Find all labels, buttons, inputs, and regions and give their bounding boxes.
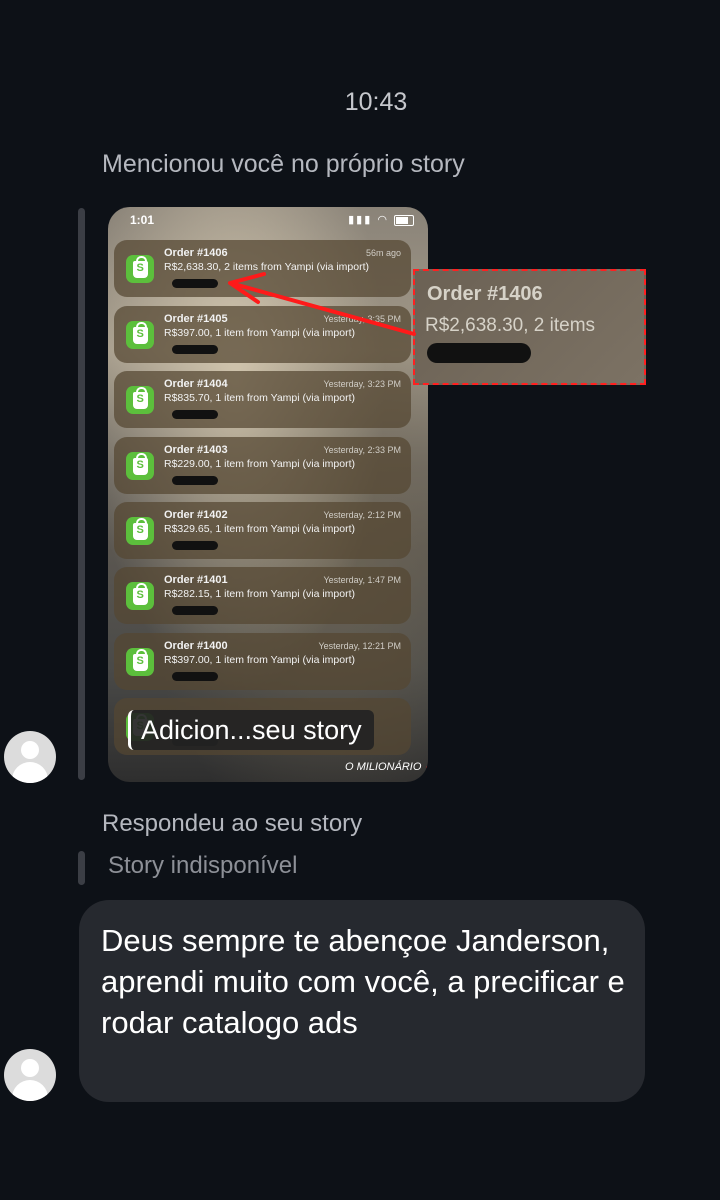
message-timestamp: 10:43 [344,88,408,116]
quote-bar [78,208,85,780]
notification-time: Yesterday, 2:12 PM [323,510,401,520]
notification-title: Order #1400 [164,640,228,652]
sender-avatar[interactable] [4,1049,56,1101]
shopify-bag-icon [126,452,154,480]
story-mention-label: Mencionou você no próprio story [102,150,465,178]
notification-order-1402: Order #1402 Yesterday, 2:12 PM R$329.65,… [114,502,411,559]
redaction-mark [427,343,531,363]
shopify-bag-icon [126,255,154,283]
zoom-order-amount: R$2,638.30, 2 items [425,315,596,336]
zoom-order-title: Order #1406 [427,283,543,305]
notification-body: R$397.00, 1 item from Yampi (via import) [164,654,356,666]
redaction-mark [172,279,218,288]
quote-bar [78,851,85,885]
notification-time: 56m ago [365,248,401,258]
notification-body: R$835.70, 1 item from Yampi (via import) [164,392,356,404]
notification-body: R$329.65, 1 item from Yampi (via import) [164,523,356,535]
redaction-mark [172,476,218,485]
story-label-chip: Adicion...seu story [128,710,374,750]
battery-icon [394,214,414,226]
default-avatar-icon [21,741,39,759]
notification-time: Yesterday, 2:33 PM [323,445,401,455]
message-text: Deus sempre te abençoe Janderson, aprend… [101,923,625,1040]
notification-time: Yesterday, 1:47 PM [323,575,401,585]
default-avatar-icon [21,1059,39,1077]
notification-title: Order #1402 [164,509,228,521]
notification-title: Order #1404 [164,378,228,390]
notification-order-1401: Order #1401 Yesterday, 1:47 PM R$282.15,… [114,567,411,624]
notification-order-1400: Order #1400 Yesterday, 12:21 PM R$397.00… [114,633,411,690]
redaction-mark [172,345,218,354]
redaction-mark [172,672,218,681]
notification-title: Order #1405 [164,313,228,325]
redaction-mark [172,541,218,550]
message-bubble[interactable]: Deus sempre te abençoe Janderson, aprend… [79,900,645,1102]
notification-time: Yesterday, 3:23 PM [323,379,401,389]
story-unavailable-label: Story indisponível [108,852,298,879]
shopify-bag-icon [126,648,154,676]
notification-time: Yesterday, 12:21 PM [318,641,401,651]
story-signature: O MILIONÁRIO 🚀 [345,761,428,773]
notification-order-1403: Order #1403 Yesterday, 2:33 PM R$229.00,… [114,437,411,494]
notification-title: Order #1401 [164,574,228,586]
notification-title: Order #1403 [164,444,228,456]
notification-order-1404: Order #1404 Yesterday, 3:23 PM R$835.70,… [114,371,411,428]
highlight-arrow [228,272,416,336]
notification-body: R$229.00, 1 item from Yampi (via import) [164,458,356,470]
sender-avatar[interactable] [4,731,56,783]
redaction-mark [172,606,218,615]
status-bar-icons: ▮▮▮ ◠ [348,213,414,226]
notification-body: R$282.15, 1 item from Yampi (via import) [164,588,356,600]
shopify-bag-icon [126,582,154,610]
notification-title: Order #1406 [164,247,228,259]
shopify-bag-icon [126,386,154,414]
reply-context-label: Respondeu ao seu story [102,810,363,837]
shopify-bag-icon [126,517,154,545]
status-bar-time: 1:01 [130,213,155,227]
shopify-bag-icon [126,321,154,349]
highlight-zoom-box: Order #1406 R$2,638.30, 2 items [413,269,646,385]
redaction-mark [172,410,218,419]
